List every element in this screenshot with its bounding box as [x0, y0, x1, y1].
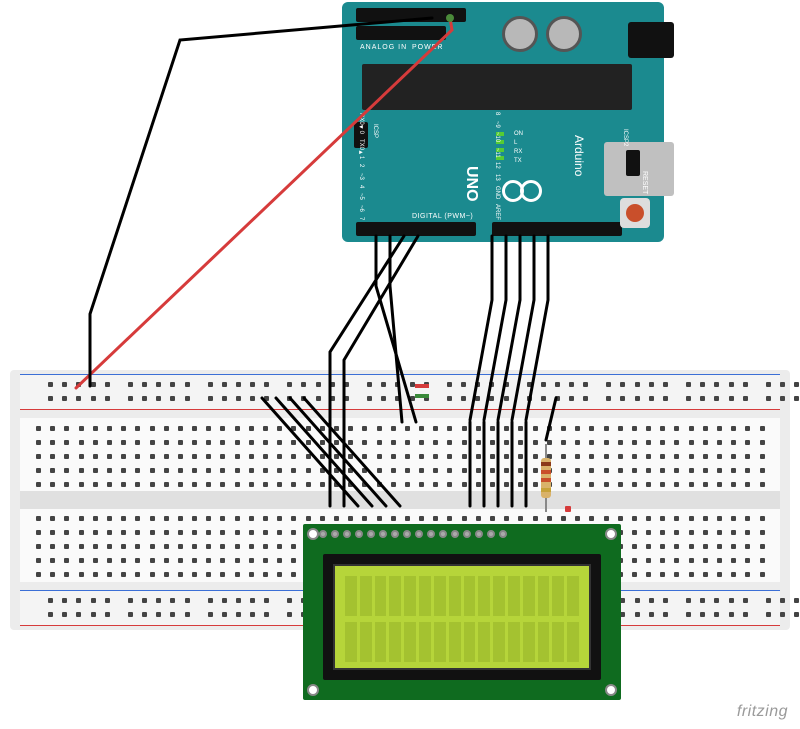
- breadboard-divider: [20, 491, 780, 509]
- power-section-label: POWER: [412, 44, 443, 51]
- icsp-label-2: ICSP2: [622, 129, 628, 146]
- reset-button[interactable]: [620, 198, 650, 228]
- jumper-green-short: [415, 394, 429, 398]
- led-labels: ON L RX TX: [514, 130, 523, 166]
- brand-label: Arduino: [572, 135, 586, 176]
- resistor: [541, 444, 551, 512]
- digital-header-b: [492, 222, 622, 236]
- analog-section-label: ANALOG IN: [360, 44, 407, 51]
- model-label: UNO: [462, 166, 480, 202]
- analog-header: [356, 8, 466, 22]
- icsp-header-2: [626, 150, 640, 176]
- power-header: [356, 26, 446, 40]
- digital-header-a: [356, 222, 476, 236]
- arduino-board: ICSP ICSP2 RESET ANALOG IN POWER DIGITAL…: [342, 2, 664, 242]
- digital-pins-a: RX0◄0TX0►12~34~5~67: [358, 113, 364, 220]
- lcd-bezel: [323, 554, 601, 680]
- lcd-panel: [333, 564, 591, 670]
- capacitors: [502, 16, 582, 52]
- breadboard-marker-dot: [565, 506, 571, 512]
- lcd-16x2: [303, 524, 621, 700]
- digital-section-label: DIGITAL (PWM~): [412, 213, 473, 220]
- digital-pins-b: 8~9~10~111213GNDAREF: [494, 112, 500, 220]
- diagram-canvas: ICSP ICSP2 RESET ANALOG IN POWER DIGITAL…: [0, 0, 800, 729]
- lcd-pin-row: [319, 530, 507, 538]
- credit-label: fritzing: [737, 703, 788, 721]
- jumper-red-short: [415, 384, 429, 388]
- atmega-chip: [362, 64, 632, 110]
- arduino-logo-icon: [502, 180, 542, 202]
- barrel-jack: [628, 22, 674, 58]
- icsp-label-1: ICSP: [372, 124, 378, 138]
- reset-label: RESET: [641, 171, 648, 194]
- breadboard-top-rail: [20, 374, 780, 410]
